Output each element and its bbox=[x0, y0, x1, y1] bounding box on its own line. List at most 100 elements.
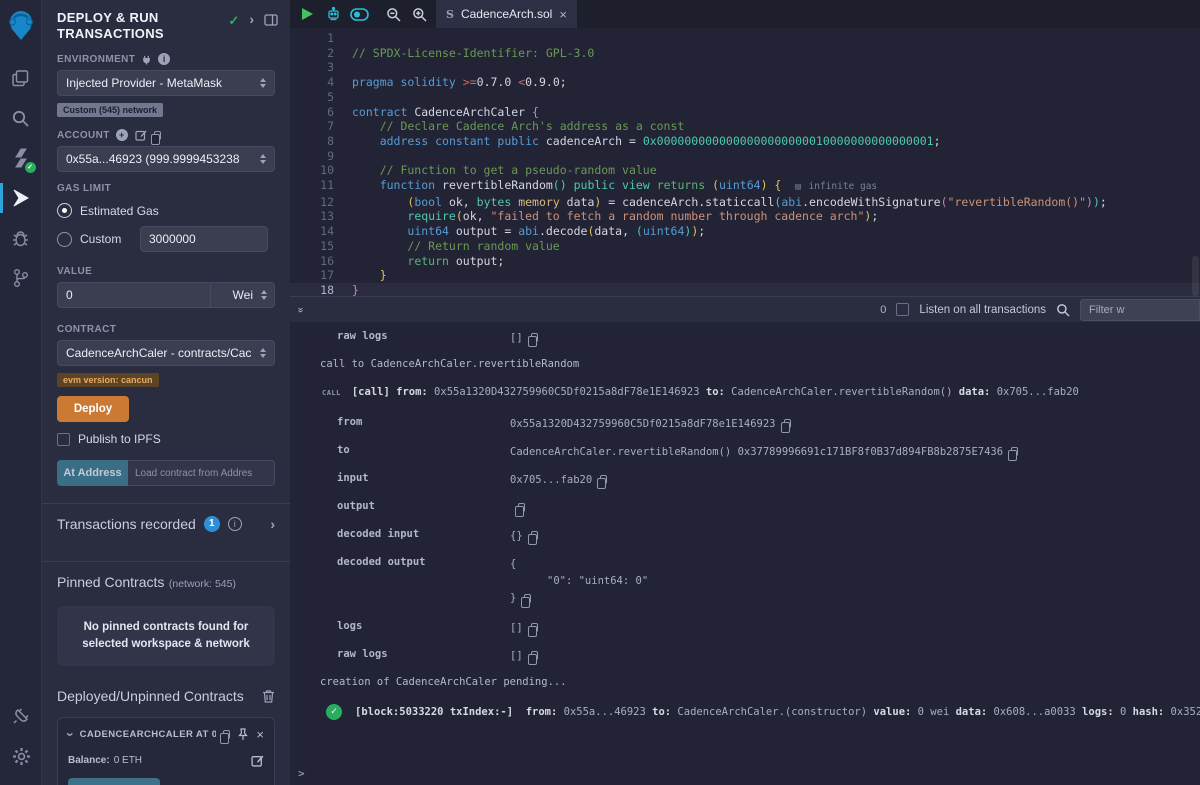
close-contract-icon[interactable]: × bbox=[256, 727, 264, 742]
copy-address-icon[interactable] bbox=[223, 730, 230, 739]
value-label: VALUE bbox=[57, 266, 92, 277]
debugger-icon[interactable] bbox=[0, 221, 42, 255]
contract-fn-cadencearch-button[interactable]: cadenceArch bbox=[68, 778, 160, 785]
terminal[interactable]: raw logs[]call to CadenceArchCaler.rever… bbox=[290, 322, 1200, 785]
terminal-block-row[interactable]: ✓[block:5033220 txIndex:-] from: 0x55a..… bbox=[290, 704, 1200, 720]
code-area[interactable]: 12// SPDX-License-Identifier: GPL-3.034p… bbox=[290, 28, 1200, 296]
code-token: ) bbox=[1086, 195, 1093, 209]
close-tab-icon[interactable]: × bbox=[559, 7, 567, 22]
file-explorer-icon[interactable] bbox=[0, 61, 42, 95]
code-line[interactable]: 9 bbox=[290, 149, 1200, 164]
copy-icon[interactable] bbox=[784, 419, 791, 428]
copy-icon[interactable] bbox=[518, 503, 525, 512]
transactions-info-icon[interactable]: i bbox=[228, 517, 242, 531]
contract-select[interactable]: CadenceArchCaler - contracts/Cac bbox=[57, 340, 275, 366]
code-line[interactable]: 7 // Declare Cadence Arch's address as a… bbox=[290, 119, 1200, 134]
code-line[interactable]: 17 } bbox=[290, 268, 1200, 283]
code-line[interactable]: 8 address constant public cadenceArch = … bbox=[290, 134, 1200, 149]
terminal-filter-input[interactable] bbox=[1080, 299, 1200, 321]
plugin-manager-icon[interactable] bbox=[0, 699, 42, 733]
editor-scrollbar[interactable] bbox=[1192, 256, 1199, 296]
zoom-in-icon[interactable] bbox=[406, 0, 432, 28]
copy-icon[interactable] bbox=[531, 651, 538, 660]
code-line[interactable]: 4pragma solidity >=0.7.0 <0.9.0; bbox=[290, 75, 1200, 90]
line-number: 8 bbox=[290, 134, 334, 149]
terminal-call-row[interactable]: call[call] from: 0x55a1320D432759960C5Df… bbox=[290, 386, 1200, 401]
code-line[interactable]: 11 function revertibleRandom() public vi… bbox=[290, 178, 1200, 195]
code-token: return bbox=[407, 254, 449, 268]
environment-label: ENVIRONMENT bbox=[57, 54, 135, 65]
at-address-button[interactable]: At Address bbox=[57, 460, 128, 486]
ai-assistant-icon[interactable] bbox=[320, 0, 346, 28]
account-select[interactable]: 0x55a...46923 (999.9999453238 bbox=[57, 146, 275, 172]
deploy-run-icon[interactable] bbox=[0, 181, 42, 215]
environment-info-icon[interactable]: i bbox=[158, 53, 170, 65]
line-number: 1 bbox=[290, 31, 334, 46]
terminal-collapse-icon[interactable]: » bbox=[295, 307, 306, 312]
code-line[interactable]: 13 require(ok, "failed to fetch a random… bbox=[290, 209, 1200, 224]
run-script-icon[interactable] bbox=[294, 0, 320, 28]
solidity-compiler-icon[interactable]: ✓ bbox=[0, 141, 42, 175]
code-line[interactable]: 10 // Function to get a pseudo-random va… bbox=[290, 163, 1200, 178]
custom-gas-input[interactable]: 3000000 bbox=[140, 226, 268, 252]
code-line[interactable]: 16 return output; bbox=[290, 254, 1200, 269]
publish-ipfs-checkbox[interactable] bbox=[57, 433, 70, 446]
code-line[interactable]: 3 bbox=[290, 60, 1200, 75]
custom-gas-radio[interactable] bbox=[57, 232, 72, 247]
tab-cadencearch[interactable]: S CadenceArch.sol × bbox=[436, 0, 577, 28]
estimated-gas-radio[interactable] bbox=[57, 203, 72, 218]
code-line[interactable]: 12 (bool ok, bytes memory data) = cadenc… bbox=[290, 195, 1200, 210]
code-line[interactable]: 14 uint64 output = abi.decode(data, (uin… bbox=[290, 224, 1200, 239]
edit-balance-icon[interactable] bbox=[251, 754, 264, 767]
code-line[interactable]: 6contract CadenceArchCaler { bbox=[290, 105, 1200, 120]
transactions-expand-icon[interactable]: › bbox=[270, 518, 275, 531]
listen-transactions-checkbox[interactable] bbox=[896, 303, 909, 316]
copy-icon[interactable] bbox=[1011, 447, 1018, 456]
chevron-down-icon[interactable]: › bbox=[64, 732, 77, 737]
terminal-prompt[interactable]: > bbox=[298, 767, 305, 780]
code-line[interactable]: 18} bbox=[290, 283, 1200, 296]
trash-icon[interactable] bbox=[262, 689, 275, 703]
activity-bar: ✓ bbox=[0, 0, 42, 785]
search-icon[interactable] bbox=[0, 101, 42, 135]
settings-icon[interactable] bbox=[0, 739, 42, 773]
value-input[interactable]: 0 bbox=[57, 282, 211, 308]
code-line[interactable]: 5 bbox=[290, 90, 1200, 105]
pin-contract-icon[interactable] bbox=[237, 728, 249, 741]
pin-panel-icon[interactable] bbox=[264, 13, 278, 27]
copy-account-icon[interactable] bbox=[154, 131, 161, 140]
copy-icon[interactable] bbox=[600, 475, 607, 484]
deploy-button[interactable]: Deploy bbox=[57, 396, 129, 422]
code-token bbox=[567, 178, 574, 192]
terminal-text: [call] bbox=[352, 386, 390, 398]
remix-logo-icon bbox=[6, 8, 36, 47]
add-account-icon[interactable]: + bbox=[116, 129, 128, 141]
value-unit-select[interactable]: Wei bbox=[211, 282, 275, 308]
zoom-out-icon[interactable] bbox=[380, 0, 406, 28]
copy-icon[interactable] bbox=[531, 623, 538, 632]
code-line[interactable]: 15 // Return random value bbox=[290, 239, 1200, 254]
code-text: // Declare Cadence Arch's address as a c… bbox=[334, 119, 684, 134]
at-address-input[interactable] bbox=[128, 460, 275, 486]
code-token: } bbox=[352, 283, 359, 296]
plug-icon[interactable] bbox=[141, 54, 152, 65]
code-line[interactable]: 1 bbox=[290, 31, 1200, 46]
copy-icon[interactable] bbox=[524, 594, 531, 603]
deployed-contract-card: › CADENCEARCHCALER AT 0X × Balance: 0 ET… bbox=[57, 717, 275, 785]
code-token: output; bbox=[449, 254, 504, 268]
code-line[interactable]: 2// SPDX-License-Identifier: GPL-3.0 bbox=[290, 46, 1200, 61]
environment-select[interactable]: Injected Provider - MetaMask bbox=[57, 70, 275, 96]
copilot-toggle-icon[interactable] bbox=[346, 0, 372, 28]
deployed-contracts-title: Deployed/Unpinned Contracts bbox=[57, 688, 244, 704]
line-number: 16 bbox=[290, 254, 334, 269]
terminal-text: 0 bbox=[1114, 706, 1133, 718]
copy-icon[interactable] bbox=[531, 531, 538, 540]
code-text: return output; bbox=[334, 254, 504, 269]
terminal-search-icon[interactable] bbox=[1056, 303, 1070, 317]
sign-message-icon[interactable] bbox=[135, 129, 147, 141]
git-icon[interactable] bbox=[0, 261, 42, 295]
code-token: { bbox=[532, 105, 539, 119]
code-token: ( bbox=[712, 178, 719, 192]
copy-icon[interactable] bbox=[531, 333, 538, 342]
chevron-right-icon[interactable]: › bbox=[249, 13, 254, 26]
